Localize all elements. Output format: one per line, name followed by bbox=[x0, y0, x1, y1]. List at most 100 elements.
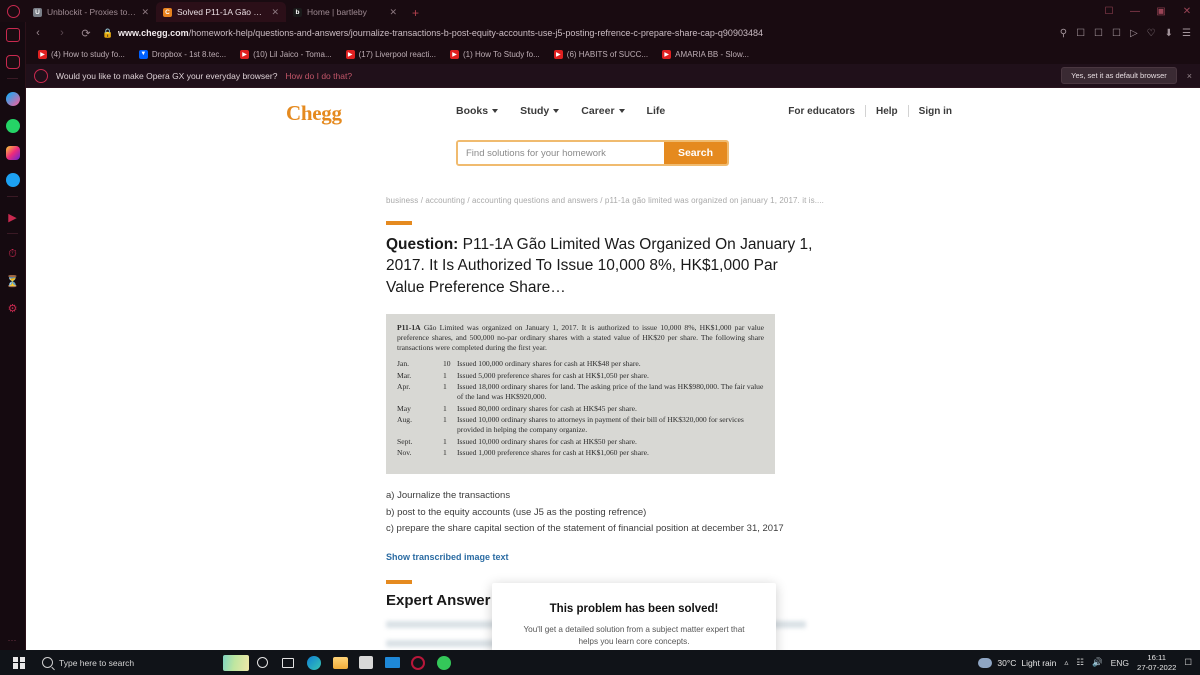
site-header: Chegg Books Study Career Life For educat… bbox=[26, 88, 1200, 140]
bookmarks-bar: ▶ (4) How to study fo... ▼ Dropbox - 1st… bbox=[26, 44, 1200, 64]
breadcrumb[interactable]: business / accounting / accounting quest… bbox=[386, 196, 1000, 205]
tab-close-icon[interactable]: ✕ bbox=[141, 7, 149, 18]
twitter-icon[interactable] bbox=[4, 171, 22, 189]
bookmark-item[interactable]: ▶ (1) How To Study fo... bbox=[444, 46, 546, 62]
nav-item-life[interactable]: Life bbox=[647, 105, 666, 117]
tab-favicon-icon: b bbox=[293, 7, 302, 17]
news-widget-icon[interactable] bbox=[223, 650, 249, 675]
download-icon[interactable]: ⬇ bbox=[1165, 28, 1173, 39]
new-tab-button[interactable]: + bbox=[404, 6, 427, 22]
volume-icon[interactable]: 🔊 bbox=[1092, 657, 1103, 668]
network-icon[interactable]: ☷ bbox=[1076, 657, 1084, 668]
bookmark-label: (4) How to study fo... bbox=[51, 49, 125, 59]
forward-button[interactable]: › bbox=[50, 22, 74, 44]
for-educators-link[interactable]: For educators bbox=[788, 106, 855, 117]
sidebar-more-icon[interactable]: ⋯ bbox=[8, 635, 18, 646]
search-input[interactable] bbox=[458, 142, 664, 164]
player-icon[interactable]: ▶ bbox=[4, 208, 22, 226]
opera-sidebar[interactable]: ▶ ⏱ ⏳ ⚙ ⋯ bbox=[0, 0, 26, 654]
task-view-icon[interactable] bbox=[275, 650, 301, 675]
search-button[interactable]: Search bbox=[663, 142, 727, 164]
show-hidden-icons-icon[interactable]: ▵ bbox=[1064, 658, 1068, 667]
weather-widget[interactable]: 30°C Light rain bbox=[978, 657, 1056, 668]
task-a: a) Journalize the transactions bbox=[386, 490, 511, 502]
browser-tab-1[interactable]: U Unblockit - Proxies to acce ✕ bbox=[26, 2, 156, 22]
bookmark-item[interactable]: ▶ (17) Liverpool reacti... bbox=[340, 46, 442, 62]
url-path: /homework-help/questions-and-answers/jou… bbox=[188, 28, 763, 38]
screenshot-icon[interactable]: ☐ bbox=[1094, 28, 1103, 39]
cortana-icon[interactable] bbox=[249, 650, 275, 675]
facebook-messenger-icon[interactable] bbox=[4, 90, 22, 108]
bookmark-item[interactable]: ▶ (4) How to study fo... bbox=[32, 46, 131, 62]
browser-tab-3[interactable]: b Home | bartleby ✕ bbox=[286, 2, 404, 22]
extensions-icon[interactable]: ☐ bbox=[1076, 28, 1085, 39]
shield-icon[interactable]: ☐ bbox=[1112, 28, 1121, 39]
url-input[interactable]: www.chegg.com/homework-help/questions-an… bbox=[118, 28, 1060, 38]
action-center-icon[interactable]: ☐ bbox=[1184, 657, 1192, 668]
browser-tab-2-active[interactable]: C Solved P11-1A Gão Limited ✕ bbox=[156, 2, 286, 22]
file-explorer-icon[interactable] bbox=[327, 650, 353, 675]
bookmark-item[interactable]: ▶ AMARIA BB - Slow... bbox=[656, 46, 755, 62]
sidebar-divider bbox=[7, 78, 18, 79]
heart-icon[interactable]: ♡ bbox=[1147, 28, 1156, 39]
bookmark-label: (17) Liverpool reacti... bbox=[358, 49, 436, 59]
nav-item-books[interactable]: Books bbox=[456, 105, 499, 117]
bookmark-item[interactable]: ▶ (6) HABITS of SUCC... bbox=[548, 46, 654, 62]
taskbar-search[interactable]: Type here to search bbox=[38, 650, 223, 675]
page-title: Question: P11-1A Gão Limited Was Organiz… bbox=[386, 234, 818, 298]
window-minimize-icon[interactable]: — bbox=[1122, 0, 1148, 22]
window-restore-icon[interactable]: ☐ bbox=[1096, 0, 1122, 22]
send-icon[interactable]: ▷ bbox=[1130, 28, 1138, 39]
bookmark-label: Dropbox - 1st 8.tec... bbox=[151, 49, 227, 59]
main-content: business / accounting / accounting quest… bbox=[26, 196, 1200, 650]
messages-icon[interactable] bbox=[4, 53, 22, 71]
search-icon[interactable]: ⚲ bbox=[1060, 28, 1067, 39]
messenger-toolbox-icon[interactable] bbox=[4, 26, 22, 44]
problem-intro: P11-1A Gão Limited was organized on Janu… bbox=[397, 323, 764, 353]
bookmark-item[interactable]: ▶ (10) Lil Jaico - Toma... bbox=[234, 46, 338, 62]
language-indicator[interactable]: ENG bbox=[1111, 658, 1129, 668]
downloads-icon[interactable]: ⏳ bbox=[4, 272, 22, 290]
table-row: Aug. 1 Issued 10,000 ordinary shares to … bbox=[397, 415, 764, 437]
nav-item-career[interactable]: Career bbox=[581, 105, 625, 117]
page-viewport: Chegg Books Study Career Life For educat… bbox=[26, 88, 1200, 650]
task-c: c) prepare the share capital section of … bbox=[386, 523, 784, 535]
transaction-text: Issued 80,000 ordinary shares for cash a… bbox=[457, 403, 637, 413]
instagram-icon[interactable] bbox=[4, 144, 22, 162]
chevron-down-icon bbox=[492, 109, 499, 113]
youtube-icon: ▶ bbox=[450, 49, 459, 59]
back-button[interactable]: ‹ bbox=[26, 22, 50, 44]
tab-close-icon[interactable]: ✕ bbox=[389, 7, 397, 18]
edge-icon[interactable] bbox=[301, 650, 327, 675]
tab-close-icon[interactable]: ✕ bbox=[271, 7, 279, 18]
notification-close-icon[interactable]: × bbox=[1187, 71, 1192, 81]
set-default-browser-button[interactable]: Yes, set it as default browser bbox=[1061, 67, 1177, 84]
menu-icon[interactable]: ☰ bbox=[1182, 28, 1191, 39]
tab-favicon-icon: U bbox=[33, 7, 42, 17]
window-maximize-icon[interactable]: ▣ bbox=[1148, 0, 1174, 22]
whatsapp-icon[interactable] bbox=[431, 650, 457, 675]
opera-menu-button[interactable] bbox=[0, 0, 26, 22]
chegg-logo[interactable]: Chegg bbox=[286, 101, 342, 126]
taskbar-clock[interactable]: 16:11 27-07-2022 bbox=[1137, 653, 1176, 672]
window-close-icon[interactable]: ✕ bbox=[1174, 0, 1200, 22]
opera-gx-icon[interactable] bbox=[405, 650, 431, 675]
show-transcribed-link[interactable]: Show transcribed image text bbox=[386, 552, 1000, 562]
transaction-text: Issued 10,000 ordinary shares to attorne… bbox=[457, 414, 744, 435]
bookmark-item[interactable]: ▼ Dropbox - 1st 8.tec... bbox=[133, 46, 232, 62]
whatsapp-icon[interactable] bbox=[4, 117, 22, 135]
how-do-i-do-that-link[interactable]: How do I do that? bbox=[285, 71, 352, 81]
help-link[interactable]: Help bbox=[876, 106, 898, 117]
tab-strip: U Unblockit - Proxies to acce ✕ C Solved… bbox=[26, 0, 1096, 22]
start-button[interactable] bbox=[0, 650, 38, 675]
mail-icon[interactable] bbox=[379, 650, 405, 675]
transaction-month: Aug. bbox=[397, 414, 412, 424]
nav-item-study[interactable]: Study bbox=[520, 105, 560, 117]
settings-icon[interactable]: ⚙ bbox=[4, 299, 22, 317]
history-icon[interactable]: ⏱ bbox=[4, 245, 22, 263]
sign-in-link[interactable]: Sign in bbox=[919, 106, 952, 117]
nav-divider bbox=[907, 105, 909, 117]
store-icon[interactable] bbox=[353, 650, 379, 675]
reload-button[interactable]: ⟳ bbox=[74, 22, 98, 44]
transaction-month: Mar. bbox=[397, 370, 412, 380]
